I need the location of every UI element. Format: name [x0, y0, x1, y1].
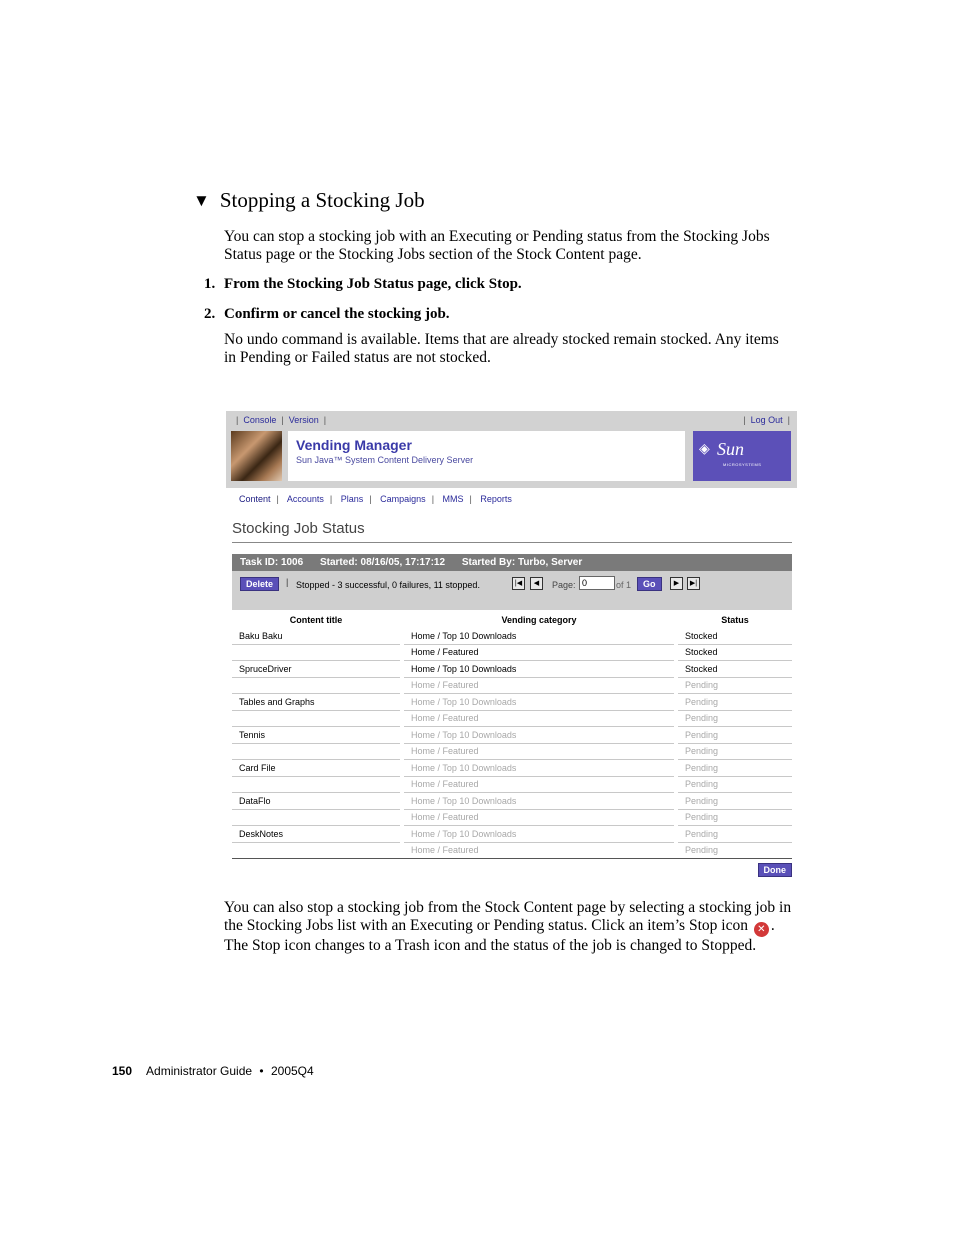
page-of-label: of 1 [616, 580, 632, 590]
product-photo [231, 431, 282, 481]
col-content-title: Content title [289, 615, 343, 625]
table-row: Tables and Graphs Home / Top 10 Downloads… [232, 693, 792, 711]
nav-plans[interactable]: Plans [341, 494, 364, 504]
guide-title: Administrator Guide [146, 1064, 253, 1078]
closing-paragraph: You can also stop a stocking job from th… [224, 899, 792, 954]
heading-text: Stopping a Stocking Job [219, 188, 425, 212]
app-title: Vending Manager [296, 437, 412, 453]
page-title: Stocking Job Status [232, 520, 365, 537]
table-row: Card File Home / Top 10 Downloads Pending [232, 759, 792, 777]
prev-page-icon[interactable]: ◀ [530, 577, 543, 590]
page-number: 150 [112, 1064, 133, 1078]
table-row: Baku Baku Home / Top 10 Downloads Stocked [232, 628, 792, 645]
next-page-icon[interactable]: ▶ [670, 577, 683, 590]
triangle-marker-icon: ▼ [193, 191, 210, 210]
started-by: Started By: Turbo, Server [461, 557, 583, 568]
table-row: Home / Featured Pending [232, 743, 792, 760]
step-1: 1. From the Stocking Job Status page, cli… [204, 276, 522, 292]
nav-reports[interactable]: Reports [480, 494, 512, 504]
col-status: Status [721, 615, 749, 625]
console-link[interactable]: Console [243, 415, 276, 425]
sun-diamond-icon: ◈ [699, 440, 710, 456]
table-row: Home / Featured Pending [232, 842, 792, 859]
note-paragraph: No undo command is available. Items that… [224, 331, 779, 366]
page-input[interactable]: 0 [579, 576, 615, 590]
guide-version: 2005Q4 [270, 1064, 314, 1078]
table-row: Tennis Home / Top 10 Downloads Pending [232, 726, 792, 744]
go-button[interactable]: Go [637, 577, 662, 591]
table-row: Home / Featured Pending [232, 677, 792, 694]
stopped-summary: Stopped - 3 successful, 0 failures, 11 s… [296, 580, 480, 590]
control-bar: Delete | Stopped - 3 successful, 0 failu… [232, 571, 792, 610]
table-row: Home / Featured Pending [232, 710, 792, 727]
stocking-table: Content title Vending category Status Ba… [232, 612, 792, 859]
done-button[interactable]: Done [757, 863, 792, 877]
nav-content[interactable]: Content [239, 494, 271, 504]
task-id: Task ID: 1006 [240, 557, 304, 568]
table-row: SpruceDriver Home / Top 10 Downloads Stock… [232, 660, 792, 678]
task-info-bar: Task ID: 1006 Started: 08/16/05, 17:17:1… [232, 554, 792, 571]
logout-link[interactable]: Log Out [751, 415, 783, 425]
section-heading: ▼ Stopping a Stocking Job [193, 188, 425, 213]
masthead: | Console | Version | | Log Out | Vending Mana… [226, 411, 797, 488]
nav-accounts[interactable]: Accounts [287, 494, 324, 504]
main-nav: Content | Accounts | Plans | Campaigns | MMS… [239, 494, 512, 504]
started-time: Started: 08/16/05, 17:17:12 [319, 557, 446, 568]
nav-campaigns[interactable]: Campaigns [380, 494, 426, 504]
table-row: DeskNotes Home / Top 10 Downloads Pending [232, 825, 792, 843]
last-page-icon[interactable]: ▶| [687, 577, 700, 590]
sun-logo: ◈ Sun MICROSYSTEMS [693, 431, 791, 481]
app-subtitle: Sun Java™ System Content Delivery Server [296, 455, 474, 465]
table-row: DataFlo Home / Top 10 Downloads Pending [232, 792, 792, 810]
title-divider [232, 542, 792, 543]
version-link[interactable]: Version [289, 415, 319, 425]
intro-paragraph: You can stop a stocking job with an Exec… [224, 228, 770, 263]
table-row: Home / Featured Pending [232, 776, 792, 793]
col-vending-category: Vending category [501, 615, 577, 625]
brand-panel: Vending Manager Sun Java™ System Content… [288, 431, 685, 481]
step-2: 2. Confirm or cancel the stocking job. [204, 306, 450, 322]
logout-area: | Log Out | [743, 415, 790, 425]
table-row: Home / Featured Pending [232, 809, 792, 826]
stop-icon: ✕ [753, 922, 769, 937]
first-page-icon[interactable]: |◀ [512, 577, 525, 590]
page-footer: 150 Administrator Guide • 2005Q4 [112, 1064, 314, 1078]
table-row: Home / Featured Stocked [232, 644, 792, 661]
page-label: Page: [552, 580, 576, 590]
delete-button[interactable]: Delete [240, 577, 280, 591]
nav-mms[interactable]: MMS [443, 494, 464, 504]
top-links: | Console | Version | [236, 415, 327, 425]
stocking-job-status-screenshot: | Console | Version | | Log Out | Vending Mana… [226, 411, 797, 883]
